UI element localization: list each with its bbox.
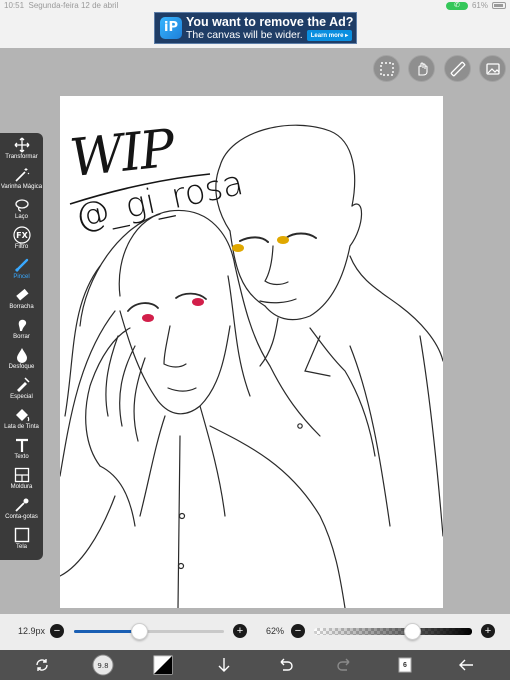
- tool-special[interactable]: Especial: [0, 376, 43, 401]
- redo-button[interactable]: [334, 654, 356, 676]
- tool-label: Filtro: [14, 244, 29, 250]
- battery-percent: 61%: [471, 1, 488, 10]
- tool-magic-wand[interactable]: Varinha Mágica: [0, 166, 43, 191]
- tool-canvas[interactable]: Tela: [0, 526, 43, 551]
- ad-title: You want to remove the Ad?: [186, 15, 354, 29]
- frame-icon: [14, 467, 29, 483]
- hand-icon: [417, 61, 428, 76]
- ad-subtitle: The canvas will be wider.: [186, 29, 303, 41]
- tool-label: Especial: [10, 394, 33, 400]
- tool-brush[interactable]: Pincel: [0, 256, 43, 281]
- status-time: 10:51 Segunda-feira 12 de abril: [4, 1, 119, 10]
- brush-size-knob[interactable]: [130, 623, 148, 640]
- color-button[interactable]: [152, 654, 174, 676]
- tool-blur[interactable]: Desfoque: [0, 346, 43, 371]
- tool-palette: Transformar Varinha Mágica Laço FX Filtr…: [0, 133, 43, 560]
- eraser-icon: [15, 288, 29, 301]
- battery-icon: [492, 2, 506, 9]
- paint-bucket-icon: [15, 409, 29, 422]
- tool-smudge[interactable]: Borrar: [0, 316, 43, 341]
- text-icon: [15, 438, 28, 452]
- brush-opacity-track[interactable]: [314, 628, 472, 635]
- tool-label: Varinha Mágica: [0, 184, 43, 190]
- hand-button[interactable]: [408, 55, 435, 82]
- magic-wand-icon: [14, 168, 29, 182]
- brush-settings-button[interactable]: 9.8: [92, 654, 114, 676]
- quick-menu-button[interactable]: [31, 654, 53, 676]
- tool-label: Laço: [14, 214, 28, 220]
- brush-size-decrease-button[interactable]: −: [50, 624, 64, 638]
- undo-icon: [280, 658, 293, 671]
- brush-opacity-value: 62%: [266, 626, 285, 636]
- down-arrow-button[interactable]: [213, 654, 235, 676]
- brush-badge-text: 9.8: [97, 662, 108, 670]
- tool-label: Tela: [15, 544, 27, 550]
- ad-learn-more-button[interactable]: Learn more ▸: [306, 29, 353, 41]
- tool-label: Lata de Tinta: [4, 424, 39, 430]
- brush-opacity-increase-button[interactable]: +: [481, 624, 495, 638]
- tool-eraser[interactable]: Borracha: [0, 286, 43, 311]
- tool-paint-bucket[interactable]: Lata de Tinta: [0, 406, 43, 431]
- bottom-toolbar: 9.8 6: [0, 650, 510, 680]
- tool-label: Desfoque: [8, 364, 35, 370]
- color-swatch-icon: [153, 655, 173, 675]
- brush-badge-icon: 9.8: [92, 654, 114, 676]
- tool-label: Pincel: [13, 274, 30, 280]
- brush-opacity-decrease-button[interactable]: −: [291, 624, 305, 638]
- ruler-icon: [450, 61, 465, 76]
- drawing-canvas[interactable]: WIP @_gi_rosa: [60, 96, 443, 608]
- image-icon: [485, 62, 500, 75]
- tool-eyedropper[interactable]: Conta-gotas: [0, 496, 43, 521]
- tool-label: Transformar: [5, 154, 38, 160]
- rotate-arrows-icon: [36, 659, 48, 671]
- tool-label: Borrar: [13, 334, 30, 340]
- gallery-button[interactable]: [479, 55, 506, 82]
- signature: WIP @_gi_rosa: [67, 119, 247, 238]
- phone-icon: ✆: [445, 1, 468, 10]
- layers-button[interactable]: 6: [394, 654, 416, 676]
- tool-filter[interactable]: FX Filtro: [0, 226, 43, 251]
- brush-icon: [14, 258, 28, 273]
- eyedropper-icon: [14, 498, 28, 512]
- blur-drop-icon: [16, 348, 27, 363]
- lasso-icon: [14, 199, 29, 212]
- undo-button[interactable]: [274, 654, 296, 676]
- redo-icon: [337, 658, 350, 671]
- brush-sliders: 12.9px − + 62% − +: [0, 614, 510, 650]
- tool-frame[interactable]: Moldura: [0, 466, 43, 491]
- layers-count: 6: [403, 661, 407, 669]
- brush-size-fill: [74, 630, 139, 633]
- back-button[interactable]: [455, 654, 477, 676]
- smudge-icon: [18, 319, 26, 331]
- selection-button[interactable]: [373, 55, 400, 82]
- ibispaint-logo-icon: iP: [160, 17, 182, 39]
- brush-opacity-knob[interactable]: [403, 623, 421, 640]
- ad-bar: iP You want to remove the Ad? The canvas…: [0, 10, 510, 48]
- tool-transform[interactable]: Transformar: [0, 136, 43, 161]
- status-date: Segunda-feira 12 de abril: [28, 1, 119, 10]
- brush-size-increase-button[interactable]: +: [233, 624, 247, 638]
- tool-lasso[interactable]: Laço: [0, 196, 43, 221]
- ruler-button[interactable]: [444, 55, 471, 82]
- tool-label: Conta-gotas: [5, 514, 38, 520]
- brush-size-value: 12.9px: [18, 626, 46, 636]
- tool-label: Moldura: [10, 484, 33, 490]
- selection-icon: [379, 61, 394, 76]
- special-pen-icon: [16, 377, 30, 392]
- move-icon: [14, 137, 29, 153]
- tool-label: Texto: [14, 454, 29, 460]
- svg-text:FX: FX: [16, 231, 28, 240]
- tool-label: Borracha: [9, 304, 34, 310]
- ad-banner[interactable]: iP You want to remove the Ad? The canvas…: [154, 12, 357, 44]
- fx-icon: FX: [12, 226, 31, 244]
- arrow-down-icon: [218, 658, 230, 672]
- arrow-left-icon: [459, 659, 473, 671]
- canvas-icon: [14, 527, 29, 543]
- tool-text[interactable]: Texto: [0, 436, 43, 461]
- status-bar: 10:51 Segunda-feira 12 de abril ✆ 61%: [0, 0, 510, 10]
